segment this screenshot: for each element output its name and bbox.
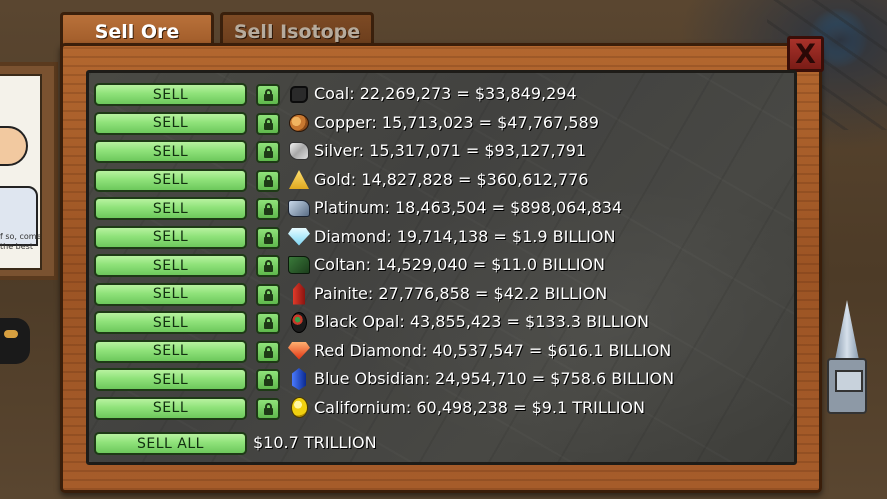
lock-body <box>264 293 273 301</box>
blue-obsidian-icon <box>288 368 310 390</box>
sell-button[interactable]: SELL <box>94 254 247 277</box>
lock-body <box>264 122 273 130</box>
ore-row: SELL Platinum: 18,463,504 = $898,064,834 <box>94 197 784 221</box>
ore-row: SELL Silver: 15,317,071 = $93,127,791 <box>94 140 784 164</box>
total-value: $10.7 TRILLION <box>253 433 377 452</box>
ore-quantity-value: Californium: 60,498,238 = $9.1 TRILLION <box>314 397 645 417</box>
sell-button[interactable]: SELL <box>94 140 247 163</box>
diamond-icon-shape <box>288 227 310 246</box>
ore-row: SELL Black Opal: 43,855,423 = $133.3 BILL… <box>94 311 784 335</box>
ore-quantity-value: Gold: 14,827,828 = $360,612,776 <box>314 169 589 189</box>
coal-icon-shape <box>290 85 308 103</box>
lock-icon[interactable] <box>256 141 280 163</box>
lock-body <box>264 407 273 415</box>
coltan-icon <box>288 254 310 276</box>
sell-button[interactable]: SELL <box>94 311 247 334</box>
ore-row: SELL Diamond: 19,714,138 = $1.9 BILLION <box>94 225 784 250</box>
sell-button[interactable]: SELL <box>94 168 247 192</box>
ore-quantity-value: Blue Obsidian: 24,954,710 = $758.6 BILLI… <box>314 369 675 388</box>
lock-icon[interactable] <box>256 112 280 135</box>
lock-icon[interactable] <box>256 369 280 391</box>
californium-icon <box>288 397 310 419</box>
lock-icon[interactable] <box>256 84 280 106</box>
platinum-icon <box>288 197 310 219</box>
sell-button[interactable]: SELL <box>94 368 247 391</box>
drill-bit-icon <box>835 300 859 360</box>
ore-quantity-value: Red Diamond: 40,537,547 = $616.1 BILLION <box>314 340 672 360</box>
sell-button[interactable]: SELL <box>94 111 247 135</box>
ore-quantity-value: Coltan: 14,529,040 = $11.0 BILLION <box>314 255 605 274</box>
portrait-caption: f so, come the best <box>0 232 42 251</box>
creature-icon <box>0 318 30 364</box>
lock-body <box>264 350 273 358</box>
ore-quantity-value: Platinum: 18,463,504 = $898,064,834 <box>314 198 623 217</box>
lock-body <box>264 322 273 329</box>
lock-icon[interactable] <box>256 283 280 306</box>
sell-button[interactable]: SELL <box>94 83 247 106</box>
ore-row: SELL Coal: 22,269,273 = $33,849,294 <box>94 83 784 107</box>
ore-row: SELL Red Diamond: 40,537,547 = $616.1 BIL… <box>94 339 784 364</box>
ore-quantity-value: Painite: 27,776,858 = $42.2 BILLION <box>314 283 608 303</box>
copper-icon <box>288 112 310 134</box>
blue-obsidian-icon-shape <box>292 368 306 390</box>
sell-button[interactable]: SELL <box>94 197 247 220</box>
sell-button[interactable]: SELL <box>94 339 247 363</box>
portrait-image: f so, come the best <box>0 74 42 270</box>
lock-body <box>264 179 273 187</box>
close-button[interactable]: X <box>787 36 824 72</box>
black-opal-icon-shape <box>291 311 307 333</box>
copper-icon-shape <box>289 113 309 132</box>
diamond-icon <box>288 226 310 248</box>
ore-row: SELL Gold: 14,827,828 = $360,612,776 <box>94 168 784 193</box>
lock-icon[interactable] <box>256 312 280 334</box>
ore-quantity-value: Coal: 22,269,273 = $33,849,294 <box>314 84 577 103</box>
lock-body <box>264 151 273 158</box>
ore-row: SELL Coltan: 14,529,040 = $11.0 BILLION <box>94 254 784 278</box>
californium-icon-shape <box>290 397 308 418</box>
ore-quantity-value: Silver: 15,317,071 = $93,127,791 <box>314 141 587 160</box>
platinum-icon-shape <box>288 199 310 217</box>
sell-all-button[interactable]: SELL ALL <box>94 432 247 455</box>
drill-machine <box>827 300 867 415</box>
ore-row: SELL Blue Obsidian: 24,954,710 = $758.6 B… <box>94 368 784 392</box>
sell-button[interactable]: SELL <box>94 396 247 420</box>
coltan-icon-shape <box>288 256 310 274</box>
machine-body-icon <box>827 358 867 414</box>
lock-icon[interactable] <box>256 255 280 277</box>
ore-row: SELL Californium: 60,498,238 = $9.1 TRILL… <box>94 396 784 421</box>
ore-quantity-value: Black Opal: 43,855,423 = $133.3 BILLION <box>314 312 649 331</box>
black-opal-icon <box>288 311 310 333</box>
silver-icon-shape <box>289 142 309 160</box>
sell-button[interactable]: SELL <box>94 282 247 306</box>
lock-icon[interactable] <box>256 397 280 420</box>
lock-icon[interactable] <box>256 226 280 249</box>
lock-body <box>264 94 273 101</box>
red-diamond-icon-shape <box>288 341 310 360</box>
lock-body <box>264 379 273 386</box>
lock-icon[interactable] <box>256 198 280 220</box>
ore-quantity-value: Copper: 15,713,023 = $47,767,589 <box>314 112 599 132</box>
gold-icon <box>288 169 310 191</box>
lock-body <box>264 208 273 215</box>
lock-icon[interactable] <box>256 169 280 192</box>
painite-icon <box>288 282 310 305</box>
lock-icon[interactable] <box>256 340 280 363</box>
character-portrait: f so, come the best <box>0 62 58 280</box>
ore-quantity-value: Diamond: 19,714,138 = $1.9 BILLION <box>314 226 616 246</box>
lock-body <box>264 265 273 272</box>
silver-icon <box>288 140 310 162</box>
ore-row: SELL Copper: 15,713,023 = $47,767,589 <box>94 111 784 136</box>
gold-icon-shape <box>289 170 309 189</box>
red-diamond-icon <box>288 340 310 362</box>
ore-row: SELL Painite: 27,776,858 = $42.2 BILLION <box>94 282 784 307</box>
painite-icon-shape <box>293 282 305 305</box>
lock-body <box>264 236 273 244</box>
scientist-face-icon <box>0 126 28 166</box>
sell-button[interactable]: SELL <box>94 225 247 249</box>
coal-icon <box>288 83 310 105</box>
